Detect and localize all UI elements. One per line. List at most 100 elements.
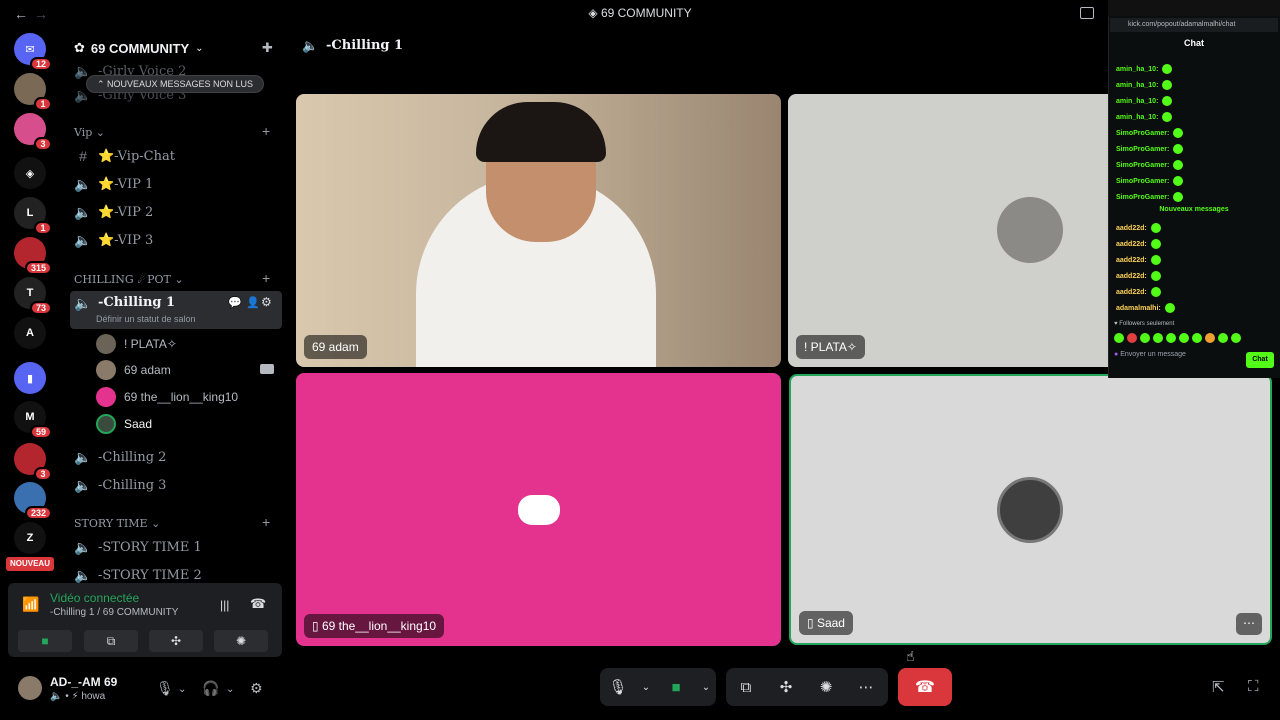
user-name[interactable]: AD-_-AM 69 — [50, 675, 117, 689]
channel-chilling-2[interactable]: 🔈 -Chilling 2 — [70, 444, 282, 470]
screen-share-button[interactable]: ⧉ — [726, 668, 766, 706]
emote-icon[interactable] — [1153, 333, 1163, 343]
headphones-icon[interactable]: 🎧 — [202, 680, 219, 697]
chat-username[interactable]: amin_ha_10: — [1116, 114, 1158, 121]
category-chilling[interactable]: CHILLING ☄POT ⌄ — [74, 273, 184, 286]
chat-send-button[interactable]: Chat — [1246, 352, 1274, 368]
server-icon-s4[interactable]: L1 — [14, 197, 52, 235]
server-icon-s3[interactable]: ◈ — [14, 157, 46, 189]
emote-icon[interactable] — [1192, 333, 1202, 343]
member-adam[interactable]: 69 adam — [96, 360, 171, 380]
server-icon-s5[interactable]: 315 — [14, 237, 52, 275]
activities-button[interactable]: ✣ — [766, 668, 806, 706]
inbox-icon[interactable] — [1080, 7, 1094, 19]
microphone-button[interactable]: 🎙 — [600, 668, 636, 706]
chat-username[interactable]: aadd22d: — [1116, 257, 1147, 264]
emote-icon[interactable] — [1127, 333, 1137, 343]
channel-vip-2[interactable]: 🔈 ⭐-VIP 2 — [70, 199, 282, 225]
chat-username[interactable]: SimoProGamer: — [1116, 130, 1169, 137]
set-channel-status[interactable]: Définir un statut de salon — [96, 314, 196, 324]
popout-icon[interactable]: ⇱ — [1212, 678, 1225, 696]
server-icon-home[interactable]: ✉ 12 — [14, 33, 52, 71]
mouse-cursor-icon: ☝ — [906, 648, 915, 664]
voice-channel-path[interactable]: -Chilling 1 / 69 COMMUNITY — [50, 607, 178, 618]
speaker-icon: 🔈 — [74, 175, 92, 192]
invite-icon[interactable]: 👤 — [246, 296, 260, 309]
emote-icon[interactable] — [1114, 333, 1124, 343]
channel-chilling-3[interactable]: 🔈 -Chilling 3 — [70, 472, 282, 498]
leave-call-button[interactable]: ☎ — [898, 668, 952, 706]
chevron-down-icon[interactable]: ⌄ — [226, 684, 234, 695]
chat-username[interactable]: adamalmalhi: — [1116, 305, 1161, 312]
camera-icon: ■ — [41, 634, 49, 648]
camera-button[interactable]: ■ — [18, 630, 72, 652]
camera-button[interactable]: ■ — [656, 668, 696, 706]
server-header[interactable]: ✿ 69 COMMUNITY ⌄ — [74, 38, 284, 58]
channel-vip-chat[interactable]: # ⭐-Vip-Chat — [70, 143, 282, 169]
chat-username[interactable]: amin_ha_10: — [1116, 98, 1158, 105]
add-channel-icon[interactable]: + — [262, 270, 270, 286]
chat-username[interactable]: SimoProGamer: — [1116, 194, 1169, 201]
screen-share-button[interactable]: ⧉ — [84, 630, 138, 652]
chat-username[interactable]: aadd22d: — [1116, 289, 1147, 296]
more-button[interactable]: ⋯ — [846, 668, 886, 706]
server-icon-s10[interactable]: 3 — [14, 443, 52, 481]
server-icon-s1[interactable]: 1 — [14, 73, 52, 111]
server-icon-s6[interactable]: T 73 — [14, 277, 52, 315]
emote-icon[interactable] — [1179, 333, 1189, 343]
chat-message-input[interactable]: ● Envoyer un message — [1114, 351, 1240, 371]
voice-status[interactable]: Vidéo connectée — [50, 591, 139, 605]
server-icon-s2[interactable]: 3 — [14, 113, 52, 151]
server-icon-s12[interactable]: Z — [14, 522, 46, 554]
video-tile-lion-king[interactable]: ▯ 69 the__lion__king10 — [296, 373, 781, 646]
chat-username[interactable]: SimoProGamer: — [1116, 178, 1169, 185]
invite-people-icon[interactable]: ✚ — [262, 40, 273, 56]
category-vip[interactable]: Vip ⌄ — [74, 126, 105, 139]
mic-options-button[interactable]: ⌄ — [636, 668, 656, 706]
chat-username[interactable]: amin_ha_10: — [1116, 82, 1158, 89]
soundboard-button[interactable]: ✺ — [806, 668, 846, 706]
add-channel-icon[interactable]: + — [262, 514, 270, 530]
server-icon-s7[interactable]: A — [14, 317, 46, 349]
emote-icon[interactable] — [1231, 333, 1241, 343]
channel-vip-1[interactable]: 🔈 ⭐-VIP 1 — [70, 171, 282, 197]
chat-username[interactable]: aadd22d: — [1116, 273, 1147, 280]
chat-username[interactable]: amin_ha_10: — [1116, 66, 1158, 73]
server-icon-s9[interactable]: M 59 — [14, 401, 52, 439]
chat-username[interactable]: aadd22d: — [1116, 241, 1147, 248]
gear-icon[interactable]: ⚙ — [250, 680, 263, 697]
video-tile-adam[interactable]: 69 adam — [296, 94, 781, 367]
microphone-icon[interactable]: 🎙 — [156, 680, 174, 697]
server-icon-s11[interactable]: 232 — [14, 482, 52, 520]
chat-username[interactable]: SimoProGamer: — [1116, 162, 1169, 169]
chevron-down-icon[interactable]: ⌄ — [178, 684, 186, 695]
tile-label: 69 adam — [304, 335, 367, 359]
channel-story-time-1[interactable]: 🔈 -STORY TIME 1 — [70, 534, 282, 560]
fullscreen-icon[interactable]: ⛶ — [1248, 678, 1259, 695]
server-icon-s8[interactable]: ▮ — [14, 362, 46, 394]
member-plata[interactable]: ! PLATA✧ — [96, 334, 177, 354]
soundboard-button[interactable]: ✺ — [214, 630, 268, 652]
unread-messages-banner[interactable]: ⌃ NOUVEAUX MESSAGES NON LUS — [86, 75, 264, 93]
chat-url-bar[interactable]: kick.com/popout/adamalmalhi/chat — [1110, 18, 1278, 32]
chat-username[interactable]: aadd22d: — [1116, 225, 1147, 232]
emote-icon[interactable] — [1205, 333, 1215, 343]
category-story-time[interactable]: STORY TIME ⌄ — [74, 517, 160, 530]
emote-icon[interactable] — [1166, 333, 1176, 343]
user-avatar[interactable] — [18, 676, 42, 700]
channel-vip-3[interactable]: 🔈 ⭐-VIP 3 — [70, 227, 282, 253]
video-tile-saad[interactable]: ▯ Saad ⋯ — [789, 374, 1272, 645]
camera-options-button[interactable]: ⌄ — [696, 668, 716, 706]
chat-bubble-icon[interactable]: 💬 — [228, 296, 242, 309]
chat-username[interactable]: SimoProGamer: — [1116, 146, 1169, 153]
noise-suppression-icon[interactable]: ||| — [220, 598, 229, 612]
emote-icon[interactable] — [1218, 333, 1228, 343]
emote-icon[interactable] — [1140, 333, 1150, 343]
disconnect-icon[interactable]: ☎ — [250, 596, 266, 612]
activities-button[interactable]: ✣ — [149, 630, 203, 652]
add-channel-icon[interactable]: + — [262, 123, 270, 139]
member-lion-king[interactable]: 69 the__lion__king10 — [96, 387, 238, 407]
more-options-icon[interactable]: ⋯ — [1236, 613, 1262, 635]
gear-icon[interactable]: ⚙ — [261, 295, 272, 309]
member-saad[interactable]: Saad — [96, 414, 152, 434]
